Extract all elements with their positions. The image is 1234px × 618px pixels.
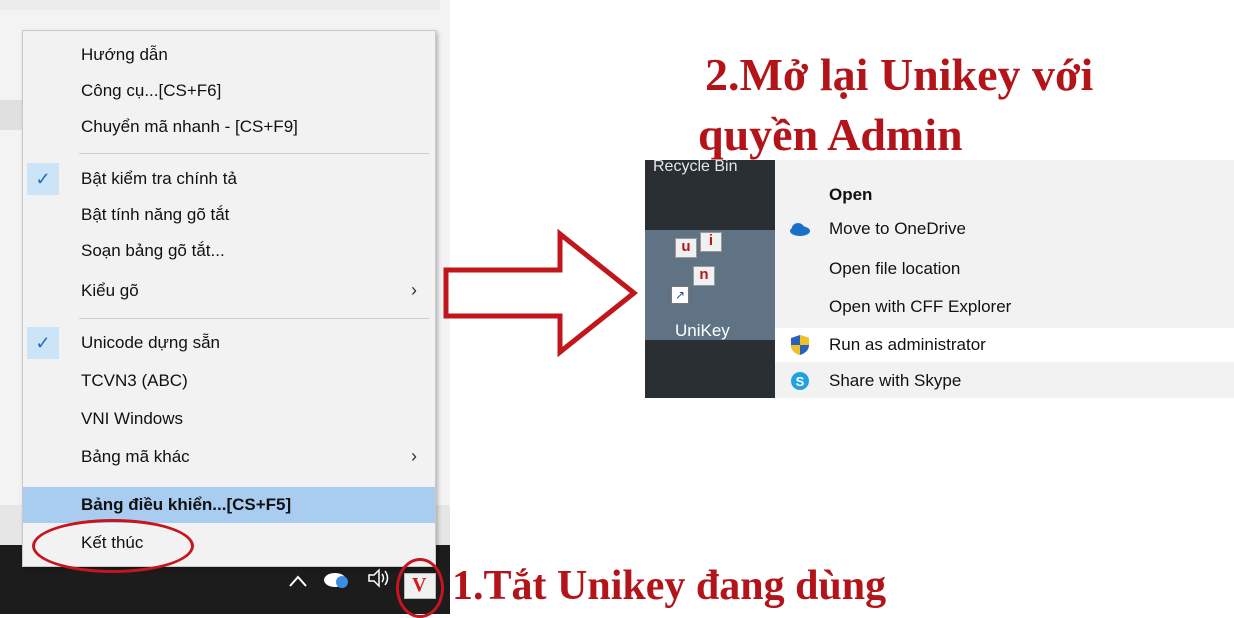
menu-item-label: Công cụ...[CS+F6]	[81, 81, 222, 100]
chevron-right-icon: ›	[411, 280, 417, 300]
menu-item-chuyen-ma-nhanh[interactable]: Chuyển mã nhanh - [CS+F9]	[23, 109, 435, 145]
menu-item-label: Move to OneDrive	[829, 219, 966, 238]
desktop: Recycle Bin u i n ↗ UniKey	[645, 158, 775, 398]
menu-item-label: Share with Skype	[829, 371, 962, 390]
chevron-up-icon[interactable]	[288, 569, 308, 593]
highlight-oval-ket-thuc	[32, 519, 194, 573]
menu-item-open[interactable]: Open	[775, 178, 1234, 212]
annotation-step-2-line-2: quyền Admin	[698, 109, 963, 160]
menu-item-label: Run as administrator	[829, 335, 986, 354]
skype-icon: S	[789, 370, 811, 392]
menu-item-bang-dieu-khien[interactable]: Bảng điều khiển...[CS+F5]	[23, 487, 435, 523]
chevron-right-icon: ›	[411, 446, 417, 466]
onedrive-icon	[789, 218, 811, 240]
unikey-context-menu: Hướng dẫn Công cụ...[CS+F6] Chuyển mã nh…	[22, 30, 436, 567]
menu-item-label: Bật tính năng gõ tắt	[81, 205, 230, 224]
unikey-shortcut[interactable]: u i n ↗ UniKey	[645, 230, 775, 340]
menu-item-label: Hướng dẫn	[81, 45, 168, 64]
menu-item-bang-ma-khac[interactable]: Bảng mã khác ›	[23, 439, 435, 475]
menu-item-go-tat[interactable]: Bật tính năng gõ tắt	[23, 197, 435, 233]
key-n: n	[693, 266, 715, 286]
menu-item-label: TCVN3 (ABC)	[81, 371, 188, 390]
menu-item-move-to-onedrive[interactable]: Move to OneDrive	[775, 212, 1234, 246]
shortcut-arrow-icon: ↗	[671, 286, 689, 304]
menu-item-label: Soạn bảng gõ tắt...	[81, 241, 225, 260]
annotation-step-2-line-1: 2.Mở lại Unikey với	[705, 49, 1094, 100]
check-icon: ✓	[27, 163, 59, 195]
menu-item-label: Open	[829, 185, 873, 204]
menu-item-share-with-skype[interactable]: S Share with Skype	[775, 364, 1234, 398]
menu-item-tcvn3[interactable]: TCVN3 (ABC)	[23, 363, 435, 399]
menu-item-open-file-location[interactable]: Open file location	[775, 252, 1234, 286]
menu-item-kieu-go[interactable]: Kiểu gõ ›	[23, 273, 435, 309]
highlight-oval-tray	[396, 558, 444, 618]
explorer-context-menu: Open Move to OneDrive Open file location…	[775, 160, 1234, 398]
menu-item-open-with-cff-explorer[interactable]: Open with CFF Explorer	[775, 290, 1234, 324]
svg-text:S: S	[796, 374, 805, 389]
arrow-right-icon	[443, 228, 639, 358]
menu-item-label: Bảng điều khiển...[CS+F5]	[81, 495, 292, 514]
menu-item-kiem-tra-chinh-ta[interactable]: ✓ Bật kiểm tra chính tả	[23, 161, 435, 197]
menu-item-label: Open file location	[829, 259, 961, 278]
menu-separator	[79, 318, 429, 319]
uac-shield-icon	[789, 334, 811, 356]
window-edge	[0, 0, 440, 10]
menu-item-label: Kiểu gõ	[81, 281, 139, 300]
menu-item-label: Open with CFF Explorer	[829, 297, 1012, 316]
menu-item-label: Chuyển mã nhanh - [CS+F9]	[81, 117, 298, 136]
menu-item-cong-cu[interactable]: Công cụ...[CS+F6]	[23, 73, 435, 109]
menu-item-label: Unicode dựng sẵn	[81, 333, 220, 352]
annotation-step-1: 1.Tắt Unikey đang dùng	[452, 563, 887, 609]
check-icon: ✓	[27, 327, 59, 359]
menu-item-unicode-dung-san[interactable]: ✓ Unicode dựng sẵn	[23, 325, 435, 361]
key-i: i	[700, 232, 722, 252]
menu-item-huong-dan[interactable]: Hướng dẫn	[23, 37, 435, 73]
menu-item-label: Bảng mã khác	[81, 447, 190, 466]
menu-item-label: VNI Windows	[81, 409, 184, 428]
menu-item-label: Bật kiểm tra chính tả	[81, 169, 237, 188]
key-u: u	[675, 238, 697, 258]
menu-item-soan-bang-go-tat[interactable]: Soạn bảng gõ tắt...	[23, 233, 435, 269]
unikey-shortcut-label: UniKey	[675, 321, 730, 340]
menu-item-run-as-administrator[interactable]: Run as administrator	[775, 328, 1234, 362]
menu-item-vni-windows[interactable]: VNI Windows	[23, 401, 435, 437]
menu-separator	[79, 153, 429, 154]
onedrive-icon[interactable]	[322, 569, 350, 594]
volume-icon[interactable]	[366, 567, 392, 594]
window-edge	[0, 100, 22, 130]
